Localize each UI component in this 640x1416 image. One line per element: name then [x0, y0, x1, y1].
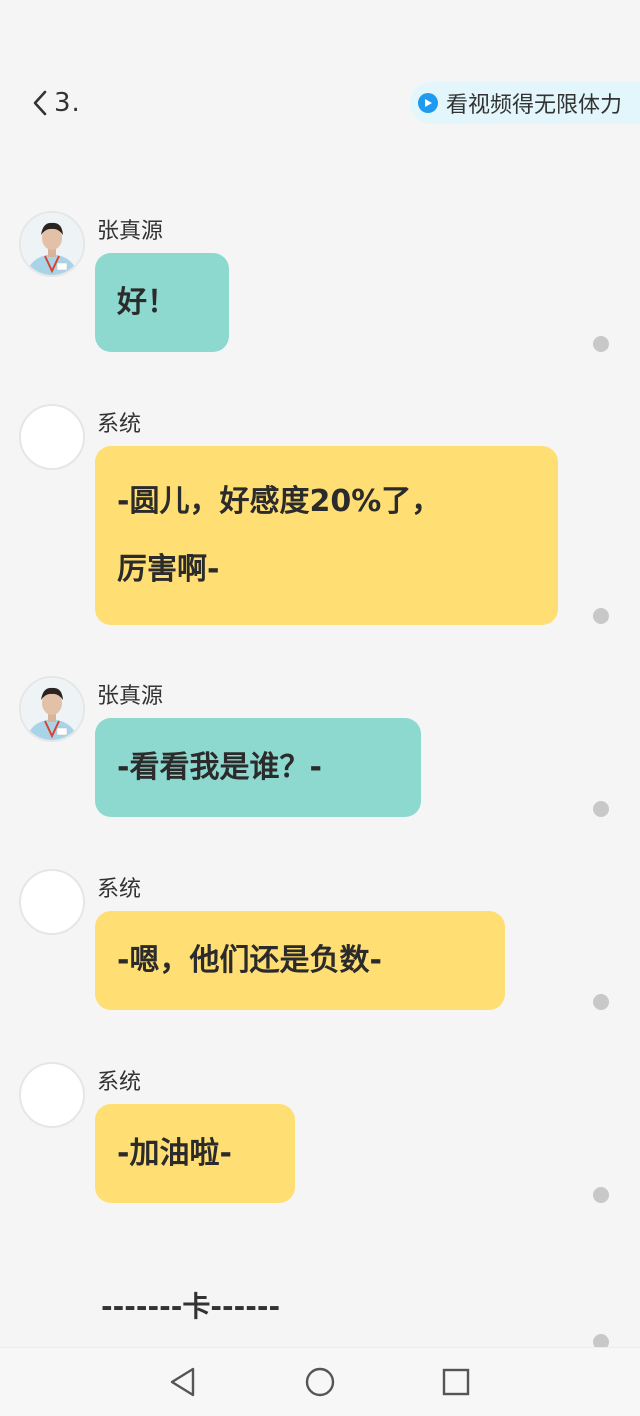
status-dot: [593, 801, 609, 817]
message-text-line: 厉害啊-: [117, 552, 220, 587]
status-dot: [593, 336, 609, 352]
message-text: -加油啦-: [117, 1136, 232, 1171]
message-bubble[interactable]: -加油啦-: [95, 1104, 295, 1203]
nav-recents-button[interactable]: [438, 1364, 474, 1400]
status-dot: [593, 1187, 609, 1203]
chevron-left-icon: [33, 90, 47, 116]
sender-name: 张真源: [97, 219, 164, 244]
back-button[interactable]: 3.: [32, 86, 81, 120]
avatar[interactable]: [19, 676, 85, 742]
message-text-line: -圆儿，好感度20%了，: [117, 484, 442, 519]
user-photo-icon: [21, 678, 83, 740]
message-bubble[interactable]: -圆儿，好感度20%了， 厉害啊-: [95, 446, 558, 625]
message-bubble[interactable]: -嗯，他们还是负数-: [95, 911, 505, 1010]
message-bubble[interactable]: -看看我是谁？-: [95, 718, 421, 817]
message-bubble[interactable]: 好！: [95, 253, 229, 352]
chapter-end-divider: -------卡------: [101, 1290, 281, 1323]
avatar-blank[interactable]: [19, 404, 85, 470]
user-photo-icon: [21, 213, 83, 275]
play-icon: [418, 93, 438, 113]
avatar-blank[interactable]: [19, 1062, 85, 1128]
system-nav-bar: [0, 1347, 640, 1416]
status-dot: [593, 994, 609, 1010]
status-dot: [593, 608, 609, 624]
sender-name: 系统: [97, 412, 142, 437]
avatar-blank[interactable]: [19, 869, 85, 935]
back-triangle-icon: [170, 1367, 195, 1397]
chapter-label: 3.: [54, 88, 81, 118]
sender-name: 系统: [97, 1070, 142, 1095]
sender-name: 张真源: [97, 684, 164, 709]
watch-video-promo-button[interactable]: 看视频得无限体力: [410, 82, 640, 124]
message-text: -看看我是谁？-: [117, 750, 322, 785]
top-bar: 3. 看视频得无限体力: [0, 0, 640, 150]
nav-back-button[interactable]: [166, 1364, 202, 1400]
recents-square-icon: [442, 1368, 470, 1396]
avatar[interactable]: [19, 211, 85, 277]
message-text: 好！: [117, 285, 177, 320]
nav-home-button[interactable]: [302, 1364, 338, 1400]
promo-label: 看视频得无限体力: [446, 93, 623, 118]
message-text: -嗯，他们还是负数-: [117, 943, 382, 978]
sender-name: 系统: [97, 877, 142, 902]
home-circle-icon: [305, 1367, 335, 1397]
